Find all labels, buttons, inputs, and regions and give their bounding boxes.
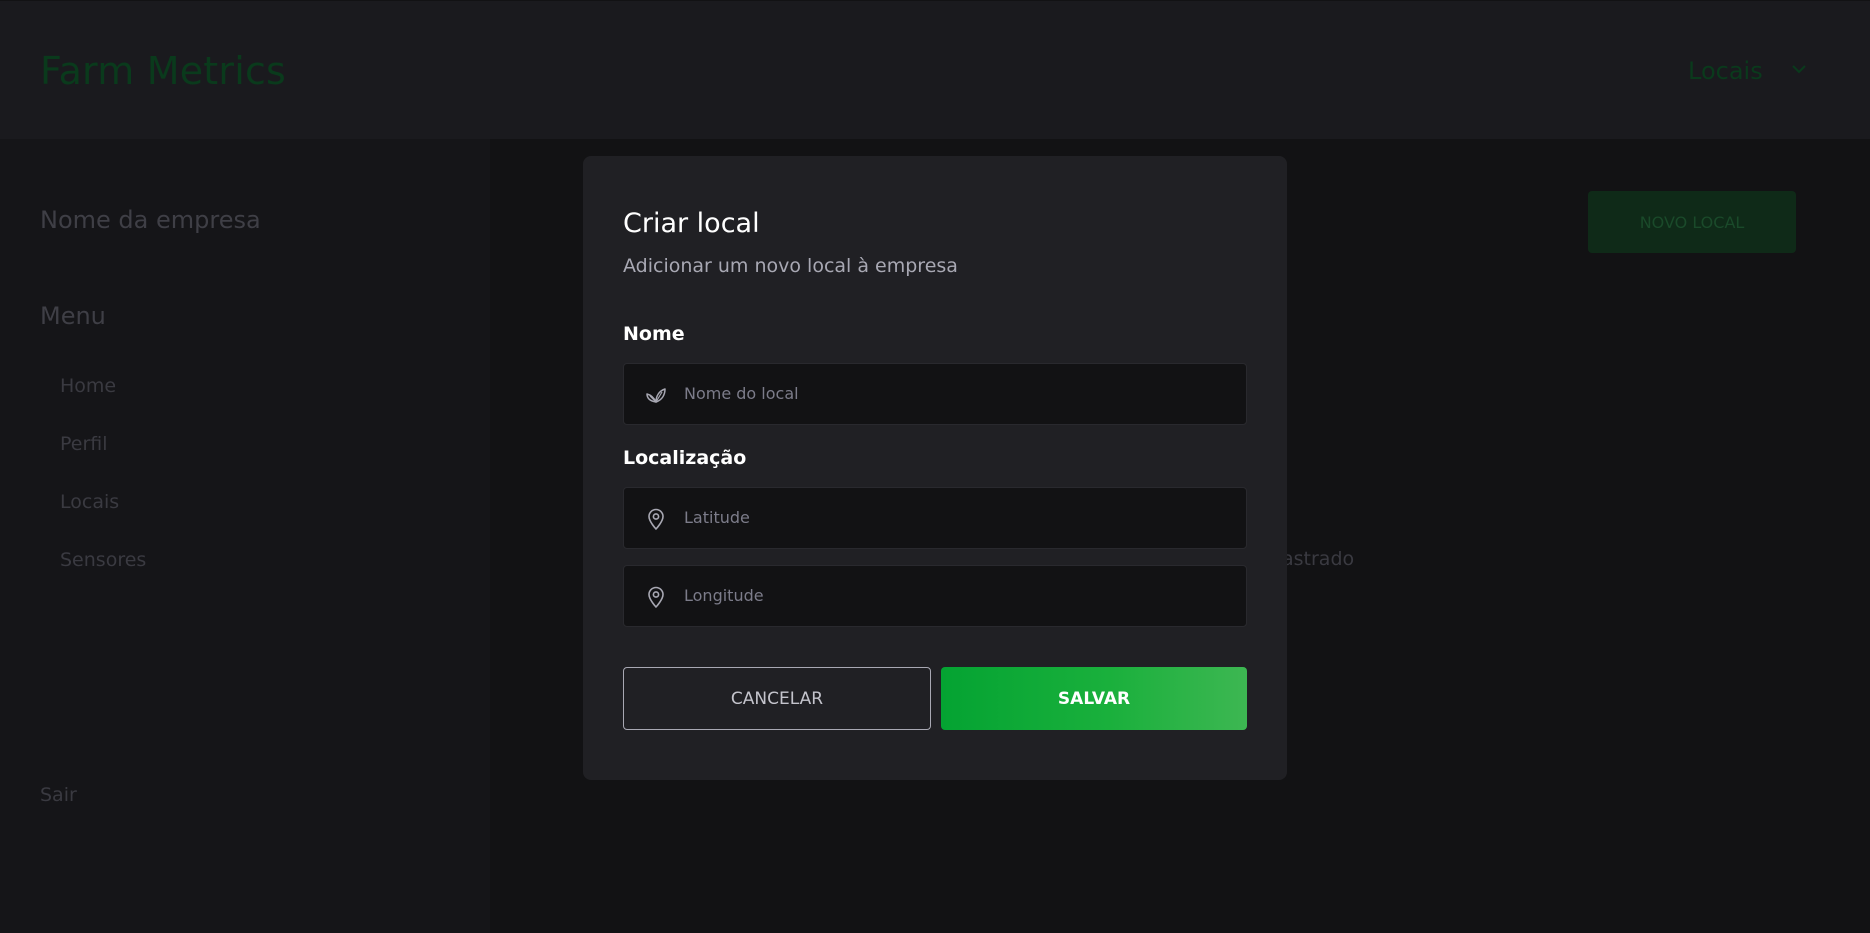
empty-state-text: astrado — [1282, 548, 1355, 570]
map-pin-icon — [648, 508, 664, 530]
company-name: Nome da empresa — [40, 206, 261, 234]
cancel-button[interactable]: CANCELAR — [623, 667, 931, 730]
name-placeholder: Nome do local — [684, 384, 799, 403]
sidebar-item-sensores[interactable]: Sensores — [60, 549, 146, 571]
top-header: Farm Metrics Locais — [0, 1, 1870, 139]
longitude-placeholder: Longitude — [684, 586, 764, 605]
latitude-placeholder: Latitude — [684, 508, 750, 527]
create-local-modal: Criar local Adicionar um novo local à em… — [583, 156, 1287, 780]
app-root: Farm Metrics Locais Nome da empresa Menu… — [0, 0, 1870, 933]
nav-locais-dropdown[interactable]: Locais — [1688, 57, 1763, 85]
sidebar — [0, 139, 490, 933]
modal-subtitle: Adicionar um novo local à empresa — [623, 255, 958, 277]
leaf-icon — [646, 388, 666, 403]
brand-logo[interactable]: Farm Metrics — [40, 49, 286, 93]
sidebar-item-home[interactable]: Home — [60, 375, 116, 397]
chevron-down-icon[interactable] — [1790, 62, 1808, 76]
logout-link[interactable]: Sair — [40, 784, 77, 806]
name-label: Nome — [623, 323, 685, 345]
location-label: Localização — [623, 447, 747, 469]
name-input[interactable]: Nome do local — [623, 363, 1247, 425]
new-local-button[interactable]: NOVO LOCAL — [1588, 191, 1796, 253]
sidebar-item-perfil[interactable]: Perfil — [60, 433, 108, 455]
menu-title: Menu — [40, 302, 106, 330]
map-pin-icon — [648, 586, 664, 608]
sidebar-item-locais[interactable]: Locais — [60, 491, 119, 513]
longitude-input[interactable]: Longitude — [623, 565, 1247, 627]
save-button[interactable]: SALVAR — [941, 667, 1247, 730]
modal-title: Criar local — [623, 208, 760, 239]
latitude-input[interactable]: Latitude — [623, 487, 1247, 549]
